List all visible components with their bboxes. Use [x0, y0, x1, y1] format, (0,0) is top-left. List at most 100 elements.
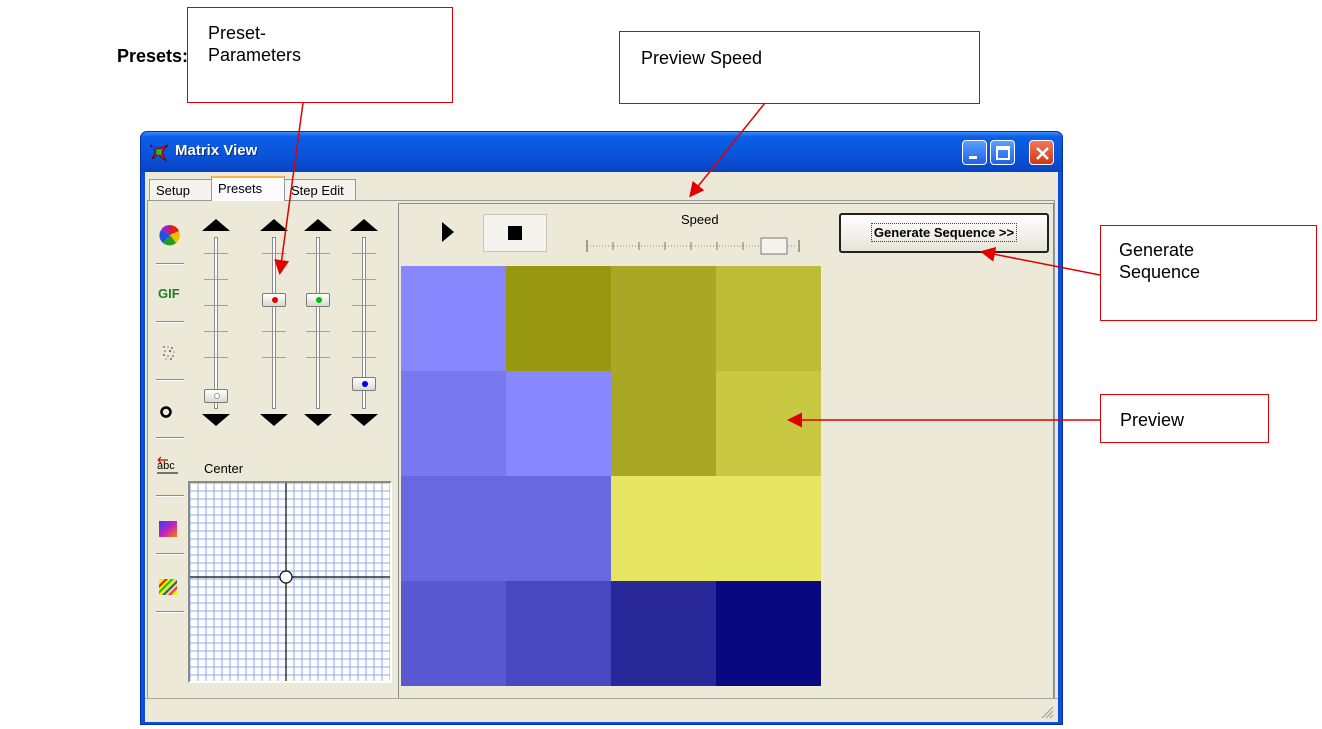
color-wheel-icon[interactable]	[154, 219, 186, 251]
slider-3-thumb[interactable]	[306, 293, 330, 307]
slider-2-up-arrow-icon[interactable]	[260, 219, 288, 231]
icon-separator	[156, 321, 184, 323]
generate-sequence-button[interactable]: Generate Sequence >>	[839, 213, 1049, 253]
text-scroll-icon[interactable]: abc	[154, 451, 186, 483]
tick	[204, 279, 228, 280]
tick	[352, 331, 376, 332]
page-heading: Presets:	[117, 46, 189, 66]
preview-cell	[716, 266, 821, 371]
preview-toolbar: Speed Generate Sequence >>	[399, 204, 1053, 260]
slider-3-track[interactable]	[316, 237, 320, 409]
tick	[204, 305, 228, 306]
icon-separator	[156, 495, 184, 497]
tick	[204, 357, 228, 358]
minimize-button[interactable]	[962, 140, 987, 165]
stop-icon	[508, 226, 522, 240]
icon-separator	[156, 379, 184, 381]
slider-1-thumb[interactable]	[204, 389, 228, 403]
slider-4-thumb[interactable]	[352, 377, 376, 391]
tab-step-edit[interactable]: Step Edit	[284, 179, 356, 200]
callout-preset-parameters-line2: Parameters	[208, 45, 302, 65]
icon-separator	[156, 553, 184, 555]
minimize-icon	[969, 156, 977, 159]
stop-button[interactable]	[483, 214, 547, 252]
preview-cell	[611, 266, 716, 371]
icon-separator	[156, 263, 184, 265]
tick	[352, 305, 376, 306]
slider-1-track[interactable]	[214, 237, 218, 409]
slider-3-dot	[316, 297, 322, 303]
play-icon[interactable]	[429, 214, 465, 250]
tick	[262, 357, 286, 358]
stripes-icon[interactable]	[154, 571, 186, 603]
preset-parameter-sliders	[188, 209, 394, 449]
tick	[352, 279, 376, 280]
slider-2-track[interactable]	[272, 237, 276, 409]
preview-cell	[716, 581, 821, 686]
icon-separator	[156, 611, 184, 613]
preview-cell	[506, 476, 611, 581]
preview-cell	[611, 371, 716, 476]
preview-cell	[401, 476, 506, 581]
slider-1-up-arrow-icon[interactable]	[202, 219, 230, 231]
tick	[204, 331, 228, 332]
center-label: Center	[204, 461, 244, 476]
slider-2-dot	[272, 297, 278, 303]
maximize-button[interactable]	[990, 140, 1015, 165]
tab-presets[interactable]: Presets	[211, 176, 285, 201]
tick	[306, 331, 330, 332]
gif-icon[interactable]: GIF	[154, 277, 186, 309]
generate-sequence-label: Generate Sequence >>	[870, 223, 1018, 242]
slider-3-down-arrow-icon[interactable]	[304, 414, 332, 426]
icon-separator	[156, 437, 184, 439]
tick	[352, 357, 376, 358]
tick	[352, 253, 376, 254]
resize-grip-icon[interactable]	[1040, 705, 1054, 719]
app-icon	[149, 144, 169, 162]
tab-setup[interactable]: Setup	[149, 179, 212, 200]
callout-preset-parameters: Preset- Parameters	[187, 7, 453, 103]
title-bar[interactable]: Matrix View	[141, 132, 1062, 172]
noise-icon[interactable]	[154, 337, 186, 369]
status-bar	[145, 698, 1058, 722]
preview-cell	[716, 476, 821, 581]
slider-4-up-arrow-icon[interactable]	[350, 219, 378, 231]
preview-cell	[611, 581, 716, 686]
center-grid-graphic	[189, 482, 391, 681]
preview-panel: Speed Generate Sequence >>	[398, 203, 1054, 717]
preview-cell	[506, 581, 611, 686]
slider-3-up-arrow-icon[interactable]	[304, 219, 332, 231]
center-picker-grid[interactable]	[188, 481, 392, 683]
tick	[262, 253, 286, 254]
text-scroll-label: abc	[157, 460, 175, 472]
window-client-area: Setup Presets Step Edit GIF abc Center S…	[145, 172, 1058, 722]
callout-preview-text: Preview	[1120, 410, 1185, 430]
callout-generate-line2: Sequence	[1119, 262, 1201, 282]
slider-2-thumb[interactable]	[262, 293, 286, 307]
callout-preview: Preview	[1100, 394, 1269, 443]
gradient-icon[interactable]	[154, 513, 186, 545]
window-title: Matrix View	[175, 142, 258, 159]
tick	[306, 253, 330, 254]
callout-generate-sequence: Generate Sequence	[1100, 225, 1317, 321]
callout-preview-speed: Preview Speed	[619, 31, 980, 104]
callout-preset-parameters-line1: Preset-	[208, 23, 267, 43]
speed-slider[interactable]	[585, 234, 801, 256]
slider-1-down-arrow-icon[interactable]	[202, 414, 230, 426]
close-button[interactable]	[1029, 140, 1054, 165]
preview-cell	[716, 371, 821, 476]
matrix-view-window: Matrix View Setup Presets Step Edit GIF …	[140, 131, 1063, 725]
callout-generate-line1: Generate	[1119, 240, 1195, 260]
close-icon	[1036, 147, 1049, 160]
preview-cell	[611, 476, 716, 581]
slider-4-down-arrow-icon[interactable]	[350, 414, 378, 426]
preview-matrix	[401, 266, 821, 686]
center-handle[interactable]	[279, 570, 293, 584]
presets-tab-panel: GIF abc Center Speed Generate Sequence >…	[147, 200, 1055, 719]
preview-cell	[506, 266, 611, 371]
slider-2-down-arrow-icon[interactable]	[260, 414, 288, 426]
slider-4-dot	[362, 381, 368, 387]
tick	[306, 357, 330, 358]
ring-icon[interactable]	[154, 395, 186, 427]
speed-label: Speed	[681, 212, 719, 227]
